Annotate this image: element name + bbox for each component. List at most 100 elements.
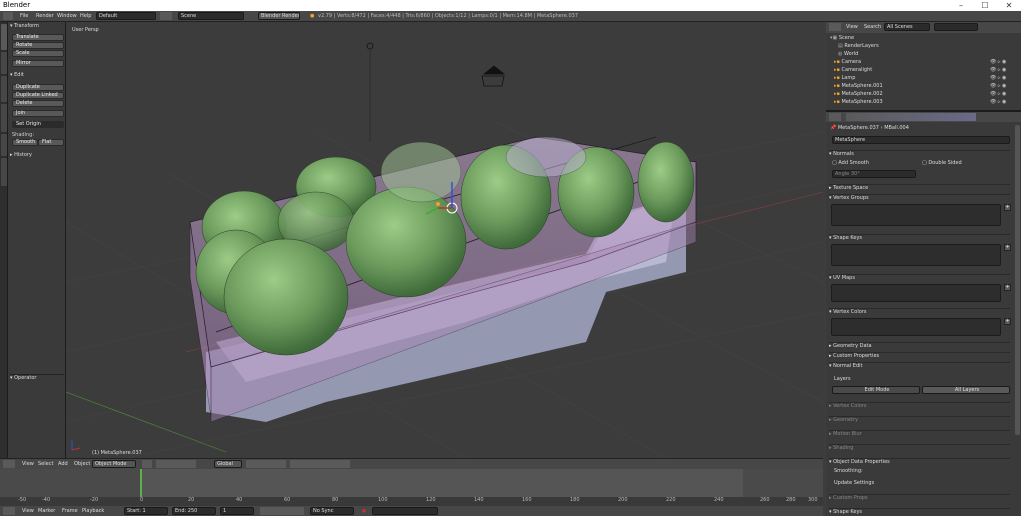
menu-window[interactable]: Window [57,12,77,20]
auto-smooth-checkbox[interactable]: ▢ Add Smooth [832,160,869,166]
orientation-selector[interactable]: Global [214,460,242,468]
tab-animation[interactable] [1,104,7,132]
join-button[interactable]: Join [12,110,64,117]
snap-icons[interactable] [290,460,350,468]
current-frame-line[interactable] [140,469,142,497]
editor-type-icon[interactable] [3,12,13,20]
close-button[interactable]: ✕ [996,0,1021,11]
section-geometry-data[interactable]: ▸ Geometry Data [829,342,1010,349]
playback-controls[interactable] [260,507,304,515]
menu-playback[interactable]: Playback [82,507,104,515]
double-sided-checkbox[interactable]: ▢ Double Sided [922,160,962,166]
scale-button[interactable]: Scale [12,50,64,57]
section-texture-space[interactable]: ▸ Texture Space [829,184,1010,191]
current-frame-field[interactable]: 1 [220,507,254,515]
section-vertex-groups[interactable]: ▾ Vertex Groups [829,194,1010,201]
delete-button[interactable]: Delete [12,100,64,107]
lamp-object[interactable] [366,42,374,142]
layer-buttons[interactable] [246,460,286,468]
menu-view[interactable]: View [22,460,34,468]
camera-object[interactable] [481,65,506,87]
add-vertex-group-button[interactable]: + [1004,204,1011,211]
tab-relations[interactable] [1,76,7,102]
menu-help[interactable]: Help [80,12,91,20]
section-uv-maps[interactable]: ▾ UV Maps [829,274,1010,281]
rotate-button[interactable]: Rotate [12,42,64,49]
record-icon[interactable]: ● [362,507,366,515]
end-frame-field[interactable]: End: 250 [172,507,216,515]
scene-selector[interactable]: Scene [178,12,244,20]
menu-select[interactable]: Select [38,460,53,468]
layout-selector[interactable]: Default [96,12,156,20]
editor-type-icon[interactable] [3,460,15,468]
tab-create[interactable] [1,52,7,74]
outliner-item[interactable]: ▾▣ Scene [830,34,1010,42]
angle-field[interactable]: Angle 30° [832,170,916,178]
menu-file[interactable]: File [20,12,28,20]
uv-maps-list[interactable] [831,284,1001,302]
sync-selector[interactable]: No Sync [310,507,354,515]
editor-type-icon[interactable] [829,23,841,31]
keying-set-field[interactable] [372,507,438,515]
scope-selector[interactable]: All Scenes [884,23,930,31]
section-motion-blur[interactable]: ▸ Motion Blur [829,430,1010,437]
operator-panel-header[interactable]: ▾ Operator [10,374,64,381]
vertex-colors-list[interactable] [831,318,1001,336]
pin-icon[interactable]: 📌 [830,125,838,131]
section-custom-properties[interactable]: ▸ Custom Properties [829,352,1010,359]
editor-type-icon[interactable] [3,507,15,515]
minimize-button[interactable]: – [948,0,974,11]
add-vertex-color-button[interactable]: + [1004,318,1011,325]
edit-mode-button[interactable]: Edit Mode [832,386,920,394]
menu-object[interactable]: Object [74,460,90,468]
section-vertex-colors[interactable]: ▾ Vertex Colors [829,308,1010,315]
mode-selector[interactable]: Object Mode [92,460,136,468]
menu-view[interactable]: View [22,507,34,515]
tab-physics[interactable] [1,134,7,156]
add-shape-key-button[interactable]: + [1004,244,1011,251]
section-shape-keys[interactable]: ▾ Shape Keys [829,234,1010,241]
outliner-item[interactable]: ▸▪ Cameralight [834,66,1014,74]
menu-render[interactable]: Render [36,12,54,20]
section-geometry[interactable]: ▸ Geometry [829,416,1010,423]
datablock-name-field[interactable]: MetaSphere [832,136,1010,144]
section-vertex-colors-2[interactable]: ▸ Vertex Colors [829,402,1010,409]
mirror-button[interactable]: Mirror [12,60,64,67]
pivot-icons[interactable] [156,460,196,468]
vertex-groups-list[interactable] [831,204,1001,226]
add-layout-icon[interactable] [160,12,172,20]
outliner-item[interactable]: ▸▪ MetaSphere.003 [834,98,1014,106]
shade-smooth-button[interactable]: Smooth [12,139,38,146]
outliner-item[interactable]: ▸▪ Camera [834,58,1014,66]
outliner-item[interactable]: ▸▪ MetaSphere.002 [834,90,1014,98]
outliner-item[interactable]: ◍ World [838,50,1018,58]
editor-type-icon[interactable] [829,113,841,121]
3d-viewport[interactable]: User Persp (1) MetaSphere.037 [66,22,823,458]
shape-keys-list[interactable] [831,244,1001,266]
outliner-item[interactable]: ▸▪ Lamp [834,74,1014,82]
all-layers-button[interactable]: All Layers [922,386,1010,394]
transform-panel-header[interactable]: ▾ Transform [10,23,64,30]
section-object-data[interactable]: ▾ Object Data Properties [829,458,1010,465]
outliner-item[interactable]: ▸▪ MetaSphere.001 [834,82,1014,90]
set-origin-dropdown[interactable]: Set Origin [12,121,64,128]
maximize-button[interactable]: ☐ [972,0,998,11]
translate-button[interactable]: Translate [12,34,64,41]
timeline[interactable]: -50 -40 -20 0 20 40 60 80 100 120 140 16… [0,469,823,506]
outliner-item[interactable]: ▤ RenderLayers [838,42,1018,50]
section-normal-edit[interactable]: ▾ Normal Edit [829,362,1010,369]
context-tabs[interactable] [846,113,976,121]
section-shape-keys-2[interactable]: ▾ Shape Keys [829,508,1010,515]
menu-add[interactable]: Add [58,460,68,468]
section-shading[interactable]: ▸ Shading [829,444,1010,451]
edit-panel-header[interactable]: ▾ Edit [10,72,64,79]
render-engine-selector[interactable]: Blender Render [258,12,300,20]
menu-marker[interactable]: Marker [38,507,55,515]
properties-scrollbar[interactable] [1015,125,1020,435]
duplicate-button[interactable]: Duplicate [12,84,64,91]
duplicate-linked-button[interactable]: Duplicate Linked [12,92,64,99]
outliner-search-input[interactable] [934,23,978,31]
section-custom-props[interactable]: ▸ Custom Props [829,494,1010,501]
add-uv-map-button[interactable]: + [1004,284,1011,291]
menu-search[interactable]: Search [864,23,881,31]
